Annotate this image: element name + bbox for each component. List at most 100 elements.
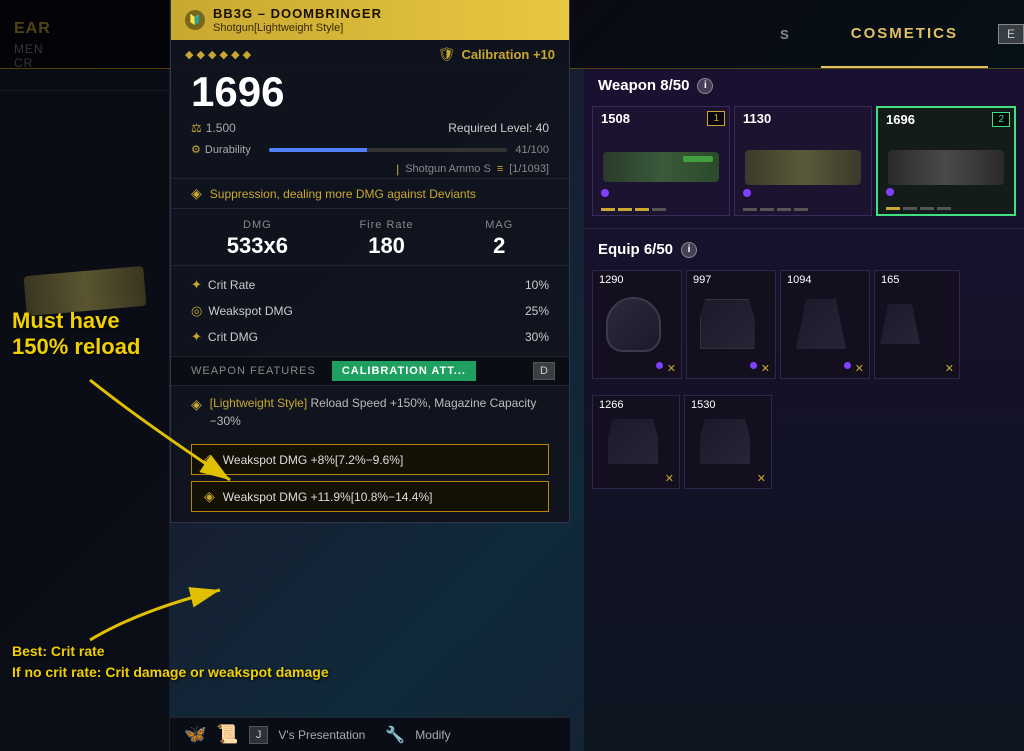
glove-shape-2: [880, 304, 920, 344]
gem-dot-1: [601, 189, 609, 197]
dmg-stat: DMG 533x6: [227, 219, 288, 259]
equip-glove1-img: [781, 289, 861, 359]
bottom-row-items: 1266 ✕ 1530 ✕: [584, 391, 1024, 493]
crit-rate-row: ✦ Crit Rate 10%: [191, 272, 549, 298]
equip-card-bottom-2: ✕: [687, 359, 775, 378]
butterfly-icon: 🦋: [184, 724, 206, 745]
feature-tab-key[interactable]: D: [533, 362, 555, 380]
x-icon-4: ✕: [945, 362, 954, 375]
armor-shape-sm-2: [700, 419, 750, 464]
firerate-value: 180: [359, 233, 413, 259]
weapon-card-3-img: [878, 131, 1014, 203]
scroll-icon: 📜: [216, 724, 238, 745]
equip-info-icon: i: [681, 242, 697, 258]
bottom-item-2[interactable]: 1530 ✕: [684, 395, 772, 489]
weapon-card-1-img: [593, 130, 729, 204]
calibration-icon: 🛡: [438, 46, 456, 63]
modify-icon: 🔧: [385, 725, 405, 745]
annotation-top: Must have 150% reload: [0, 300, 152, 369]
slot-badge-3: 2: [992, 112, 1010, 127]
weapon-header: 🔰 BB3G – DOOMBRINGER Shotgun[Lightweight…: [171, 0, 569, 40]
perk-detail-icon: ◈: [191, 396, 202, 413]
bottom-item-1[interactable]: 1266 ✕: [592, 395, 680, 489]
detail-stats: ✦ Crit Rate 10% ◎ Weakspot DMG 25% ✦ Cri…: [171, 265, 569, 356]
equip-glove1-power: 1094: [781, 271, 869, 289]
durability-fill: [269, 148, 367, 152]
weapon-card-3[interactable]: 1696 2: [876, 106, 1016, 216]
key-e-badge: E: [998, 24, 1024, 44]
gem-small-1: [656, 362, 663, 369]
annotation-bottom: Best: Crit rate If no crit rate: Crit da…: [0, 633, 341, 691]
durability-bar: [269, 148, 507, 152]
equip-helmet-img: [593, 289, 673, 359]
weakspot-dmg-row: ◎ Weakspot DMG 25%: [191, 298, 549, 324]
equip-helmet-power: 1290: [593, 271, 681, 289]
bottom-item-1-bottom: ✕: [593, 469, 679, 488]
ws-icon-1: ◈: [204, 451, 215, 468]
firerate-stat: Fire Rate 180: [359, 219, 413, 259]
durability-section: ⚙ Durability 41/100: [171, 139, 569, 160]
x-icon-5: ✕: [665, 472, 674, 485]
equip-armor-power: 997: [687, 271, 775, 289]
weakspot-icon: ◎: [191, 303, 202, 319]
x-icon-6: ✕: [757, 472, 766, 485]
stars-row: ◆ ◆ ◆ ◆ ◆ ◆: [185, 48, 251, 61]
equip-card-bottom-4: ✕: [875, 359, 959, 378]
weapon-card-2[interactable]: 1130: [734, 106, 872, 216]
equip-card-glove2[interactable]: 165 ✕: [874, 270, 960, 379]
helmet-shape: [606, 297, 661, 352]
suppression-perk: ◈ Suppression, dealing more DMG against …: [171, 178, 569, 208]
required-level: Required Level: 40: [448, 121, 549, 135]
equip-card-bottom-3: ✕: [781, 359, 869, 378]
perk-detail-text: [Lightweight Style] Reload Speed +150%, …: [210, 394, 549, 430]
power-level: 1696: [191, 71, 284, 113]
armor-shape: [700, 299, 755, 349]
ammo-section: | Shotgun Ammo S ≡ [1/1093]: [171, 160, 569, 178]
annotation-bottom-text: Best: Crit rate If no crit rate: Crit da…: [0, 633, 341, 691]
gun-green-visual: [603, 152, 718, 182]
equip-card-helmet[interactable]: 1290 ✕: [592, 270, 682, 379]
perk-detail: ◈ [Lightweight Style] Reload Speed +150%…: [171, 385, 569, 438]
weakspot-boxes: ◈ Weakspot DMG +8%[7.2%−9.6%] ◈ Weakspot…: [171, 438, 569, 522]
weapon-panel: 🔰 BB3G – DOOMBRINGER Shotgun[Lightweight…: [170, 0, 570, 523]
weapon-features-tab[interactable]: WEAPON FEATURES: [185, 361, 322, 381]
crit-dmg-icon: ✦: [191, 329, 202, 345]
weapon-header-icon: 🔰: [185, 10, 205, 30]
calibration-tab[interactable]: CALIBRATION ATT...: [332, 361, 476, 381]
tab-cosmetics[interactable]: COSMETICS: [821, 0, 988, 68]
stats-row: ⚖ 1.500 Required Level: 40: [171, 117, 569, 139]
x-icon-2: ✕: [761, 362, 770, 375]
weapon-subtype: Shotgun[Lightweight Style]: [213, 22, 382, 34]
equip-card-armor[interactable]: 997 ✕: [686, 270, 776, 379]
bottom-key-j[interactable]: J: [249, 726, 269, 744]
ws-icon-2: ◈: [204, 488, 215, 505]
gem-dot-2: [743, 189, 751, 197]
gem-dot-3: [886, 188, 894, 196]
weapon-card-2-img: [735, 130, 871, 204]
equip-card-glove1[interactable]: 1094 ✕: [780, 270, 870, 379]
bottom-item-2-img: [685, 414, 765, 469]
perk-icon: ◈: [191, 185, 202, 202]
equip-armor-img: [687, 289, 767, 359]
gem-small-3: [844, 362, 851, 369]
weapon-section-header: Weapon 8/50 i: [584, 69, 1024, 102]
gem-small-2: [750, 362, 757, 369]
bottom-item-2-bottom: ✕: [685, 469, 771, 488]
armor-shape-sm-1: [608, 419, 658, 464]
mag-label: MAG: [485, 219, 513, 231]
x-icon-3: ✕: [855, 362, 864, 375]
feature-tabs: WEAPON FEATURES CALIBRATION ATT... D: [171, 356, 569, 385]
durability-label: ⚙ Durability: [191, 143, 261, 156]
weight-stat: ⚖ 1.500: [191, 121, 236, 135]
weapon-list: 1508 1 1130: [584, 102, 1024, 228]
mag-stat: MAG 2: [485, 219, 513, 259]
bottom-bar: 🦋 📜 J V's Presentation 🔧 Modify: [170, 717, 570, 751]
tab-other[interactable]: S: [750, 0, 821, 68]
weapon-info-icon: i: [697, 78, 713, 94]
weapon-card-1[interactable]: 1508 1: [592, 106, 730, 216]
bottom-item-1-power: 1266: [593, 396, 679, 414]
slot-badge-1: 1: [707, 111, 725, 126]
crit-rate-icon: ✦: [191, 277, 202, 293]
weapon-name: BB3G – DOOMBRINGER: [213, 6, 382, 21]
dashes-2: [735, 204, 871, 215]
